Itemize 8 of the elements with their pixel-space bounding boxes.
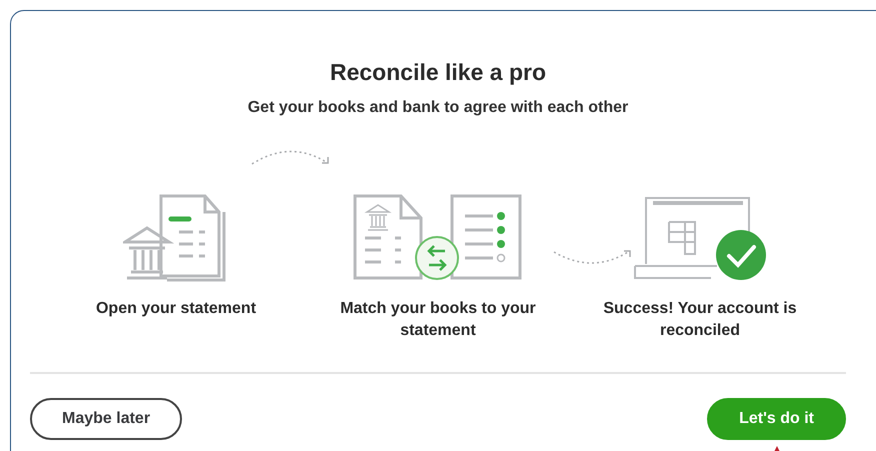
dialog-title: Reconcile like a pro [330,58,546,86]
matching-documents-icon [353,194,523,282]
maybe-later-button[interactable]: Maybe later [30,398,182,440]
step-label: Match your books to your statement [339,299,537,341]
laptop-checkmark-icon [632,196,768,282]
dialog-subtitle: Get your books and bank to agree with each other [248,98,628,118]
step-label: Open your statement [94,299,258,319]
step-label: Success! Your account is reconciled [602,299,798,341]
